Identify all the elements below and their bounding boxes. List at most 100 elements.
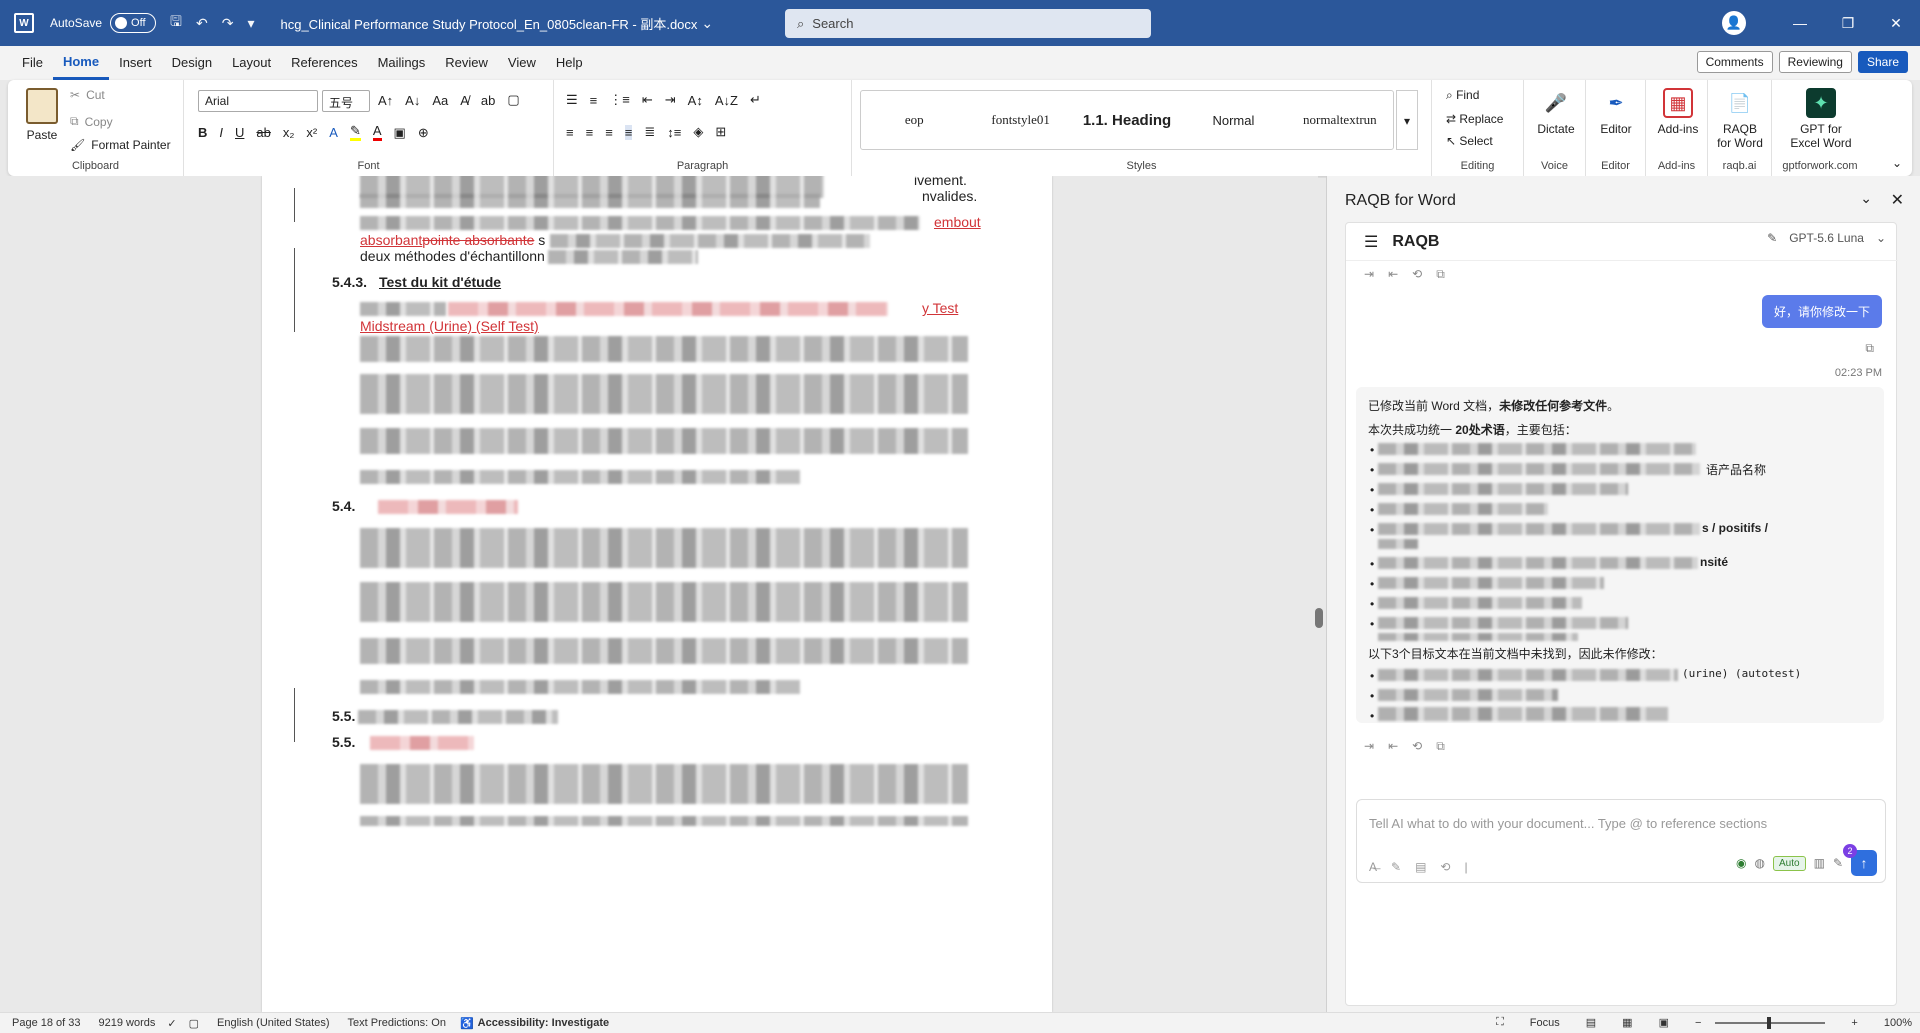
highlight-icon[interactable]: ✎ xyxy=(349,124,361,141)
multilevel-list-icon[interactable]: ⋮≡ xyxy=(609,92,630,108)
redo-icon[interactable]: ↷ xyxy=(222,15,234,32)
styles-more-icon[interactable]: ▾ xyxy=(1396,90,1418,150)
grow-font-icon[interactable]: A↑ xyxy=(378,93,393,108)
document-page[interactable]: ivement. nvalides. embout absorbantpoint… xyxy=(262,176,1052,1012)
tab-references[interactable]: References xyxy=(281,46,367,80)
text-predictions[interactable]: Text Predictions: On xyxy=(348,1017,446,1029)
macro-icon[interactable]: ▢ xyxy=(189,1017,199,1030)
insert-before-icon[interactable]: ⇤ xyxy=(1388,739,1398,754)
reviewing-button[interactable]: Reviewing xyxy=(1778,51,1852,73)
text-effects-icon[interactable]: A xyxy=(329,125,338,140)
enclose-char-icon[interactable]: ⊕ xyxy=(418,125,429,141)
books-icon[interactable]: ▥ xyxy=(1814,856,1825,870)
replace-icon[interactable]: ⟲ xyxy=(1412,267,1422,282)
shading-icon[interactable]: ◈ xyxy=(693,124,703,140)
format-painter-button[interactable]: 🖌 Format Painter xyxy=(70,138,171,152)
shrink-font-icon[interactable]: A↓ xyxy=(405,93,420,108)
style-fontstyle01[interactable]: fontstyle01 xyxy=(967,112,1073,128)
share-button[interactable]: Share xyxy=(1857,51,1908,73)
zoom-slider[interactable] xyxy=(1715,1016,1826,1029)
model-selector[interactable]: ✎ GPT-5.6 Luna ⌄ xyxy=(1767,231,1886,245)
scrollbar-thumb[interactable] xyxy=(1315,608,1323,628)
new-chat-icon[interactable]: ✎ xyxy=(1767,231,1777,245)
align-center-icon[interactable]: ≡ xyxy=(586,125,594,140)
style-normaltextrun[interactable]: normaltextrun xyxy=(1287,112,1393,128)
tab-layout[interactable]: Layout xyxy=(222,46,281,80)
copy-icon[interactable]: ⧉ xyxy=(1436,739,1445,754)
font-family-select[interactable]: Arial xyxy=(198,90,318,112)
cut-button[interactable]: ✂ Cut xyxy=(70,88,105,102)
align-left-icon[interactable]: ≡ xyxy=(566,125,574,140)
pen-icon[interactable]: ✎ xyxy=(1391,860,1401,874)
bold-icon[interactable]: B xyxy=(198,125,207,140)
decrease-indent-icon[interactable]: ⇤ xyxy=(642,92,653,108)
auto-mode-badge[interactable]: Auto xyxy=(1773,855,1806,871)
proofing-icon[interactable]: ✓ xyxy=(167,1017,176,1030)
document-scrollbar[interactable] xyxy=(1312,178,1326,1010)
change-case-icon[interactable]: Aa xyxy=(432,93,448,108)
page-count[interactable]: Page 18 of 33 xyxy=(12,1017,81,1029)
bullets-icon[interactable]: ☰ xyxy=(566,92,578,108)
tab-file[interactable]: File xyxy=(12,46,53,80)
chevron-down-icon[interactable]: ⌄ xyxy=(701,15,713,32)
insert-icon[interactable]: ⇥ xyxy=(1364,267,1374,282)
read-mode-icon[interactable]: ▤ xyxy=(1586,1016,1596,1029)
raqb-button[interactable]: 📄 RAQB for Word xyxy=(1708,88,1772,151)
tab-view[interactable]: View xyxy=(498,46,546,80)
select-button[interactable]: ↖ Select xyxy=(1446,134,1493,148)
clear-format-icon[interactable]: A̸ xyxy=(460,93,469,108)
close-icon[interactable]: ✕ xyxy=(1872,15,1920,32)
web-search-icon[interactable]: ◉ xyxy=(1736,856,1746,870)
search-input[interactable]: ⌕ Search xyxy=(785,9,1151,38)
tab-insert[interactable]: Insert xyxy=(109,46,162,80)
language[interactable]: English (United States) xyxy=(217,1017,330,1029)
paste-button[interactable]: Paste xyxy=(20,88,64,142)
undo-icon[interactable]: ↶ xyxy=(196,15,208,32)
autosave-toggle[interactable]: Off xyxy=(110,13,157,33)
show-marks-icon[interactable]: ↵ xyxy=(750,92,761,108)
char-border-icon[interactable]: ▢ xyxy=(507,92,519,108)
align-right-icon[interactable]: ≡ xyxy=(605,125,613,140)
font-color-icon[interactable]: A xyxy=(372,124,382,141)
zoom-in-icon[interactable]: + xyxy=(1851,1017,1857,1029)
numbering-icon[interactable]: ≡ xyxy=(590,93,598,108)
replace-button[interactable]: ⇄ Replace xyxy=(1446,112,1503,126)
word-count[interactable]: 9219 words xyxy=(99,1017,156,1029)
close-icon[interactable]: ✕ xyxy=(1891,190,1904,210)
style-normal[interactable]: Normal xyxy=(1180,113,1286,128)
chevron-down-icon[interactable]: ⌄ xyxy=(1860,190,1872,207)
web-layout-icon[interactable]: ▣ xyxy=(1659,1016,1669,1029)
find-button[interactable]: ⌕ Find xyxy=(1446,88,1479,103)
save-icon[interactable]: 🖫 xyxy=(170,11,182,35)
dictate-button[interactable]: 🎤 Dictate xyxy=(1524,88,1588,137)
subscript-icon[interactable]: x₂ xyxy=(283,125,295,140)
print-layout-icon[interactable]: ▦ xyxy=(1622,1016,1632,1029)
send-button[interactable]: ↑ 2 xyxy=(1843,844,1877,876)
tab-home[interactable]: Home xyxy=(52,46,110,80)
account-avatar-icon[interactable]: 👤 xyxy=(1722,11,1746,35)
chat-input[interactable]: Tell AI what to do with your document...… xyxy=(1356,799,1886,883)
char-shading-icon[interactable]: ▣ xyxy=(394,125,406,141)
strikethrough-icon[interactable]: ab xyxy=(256,125,270,140)
copy-button[interactable]: ⧉ Copy xyxy=(70,114,113,129)
copy-icon[interactable]: ⧉ xyxy=(1436,267,1445,282)
restore-icon[interactable]: ❐ xyxy=(1824,15,1872,32)
zoom-out-icon[interactable]: − xyxy=(1695,1017,1701,1029)
font-size-select[interactable]: 五号 xyxy=(322,90,370,112)
collapse-ribbon-icon[interactable]: ⌄ xyxy=(1892,156,1902,170)
zoom-level[interactable]: 100% xyxy=(1884,1017,1912,1029)
increase-indent-icon[interactable]: ⇥ xyxy=(665,92,676,108)
superscript-icon[interactable]: x² xyxy=(306,125,317,140)
tab-help[interactable]: Help xyxy=(546,46,593,80)
tab-design[interactable]: Design xyxy=(162,46,222,80)
borders-icon[interactable]: ⊞ xyxy=(715,124,726,140)
distributed-icon[interactable]: ≣ xyxy=(644,124,655,140)
addins-button[interactable]: ▦ Add-ins xyxy=(1646,88,1710,136)
history-icon[interactable]: ⟲ xyxy=(1440,860,1450,874)
tab-review[interactable]: Review xyxy=(435,46,498,80)
style-heading[interactable]: 1.1. Heading xyxy=(1074,112,1180,129)
menu-icon[interactable]: ☰ xyxy=(1364,232,1378,252)
insert-icon[interactable]: ⇥ xyxy=(1364,739,1374,754)
minimize-icon[interactable]: — xyxy=(1776,15,1824,31)
focus-button[interactable]: Focus xyxy=(1530,1017,1560,1029)
